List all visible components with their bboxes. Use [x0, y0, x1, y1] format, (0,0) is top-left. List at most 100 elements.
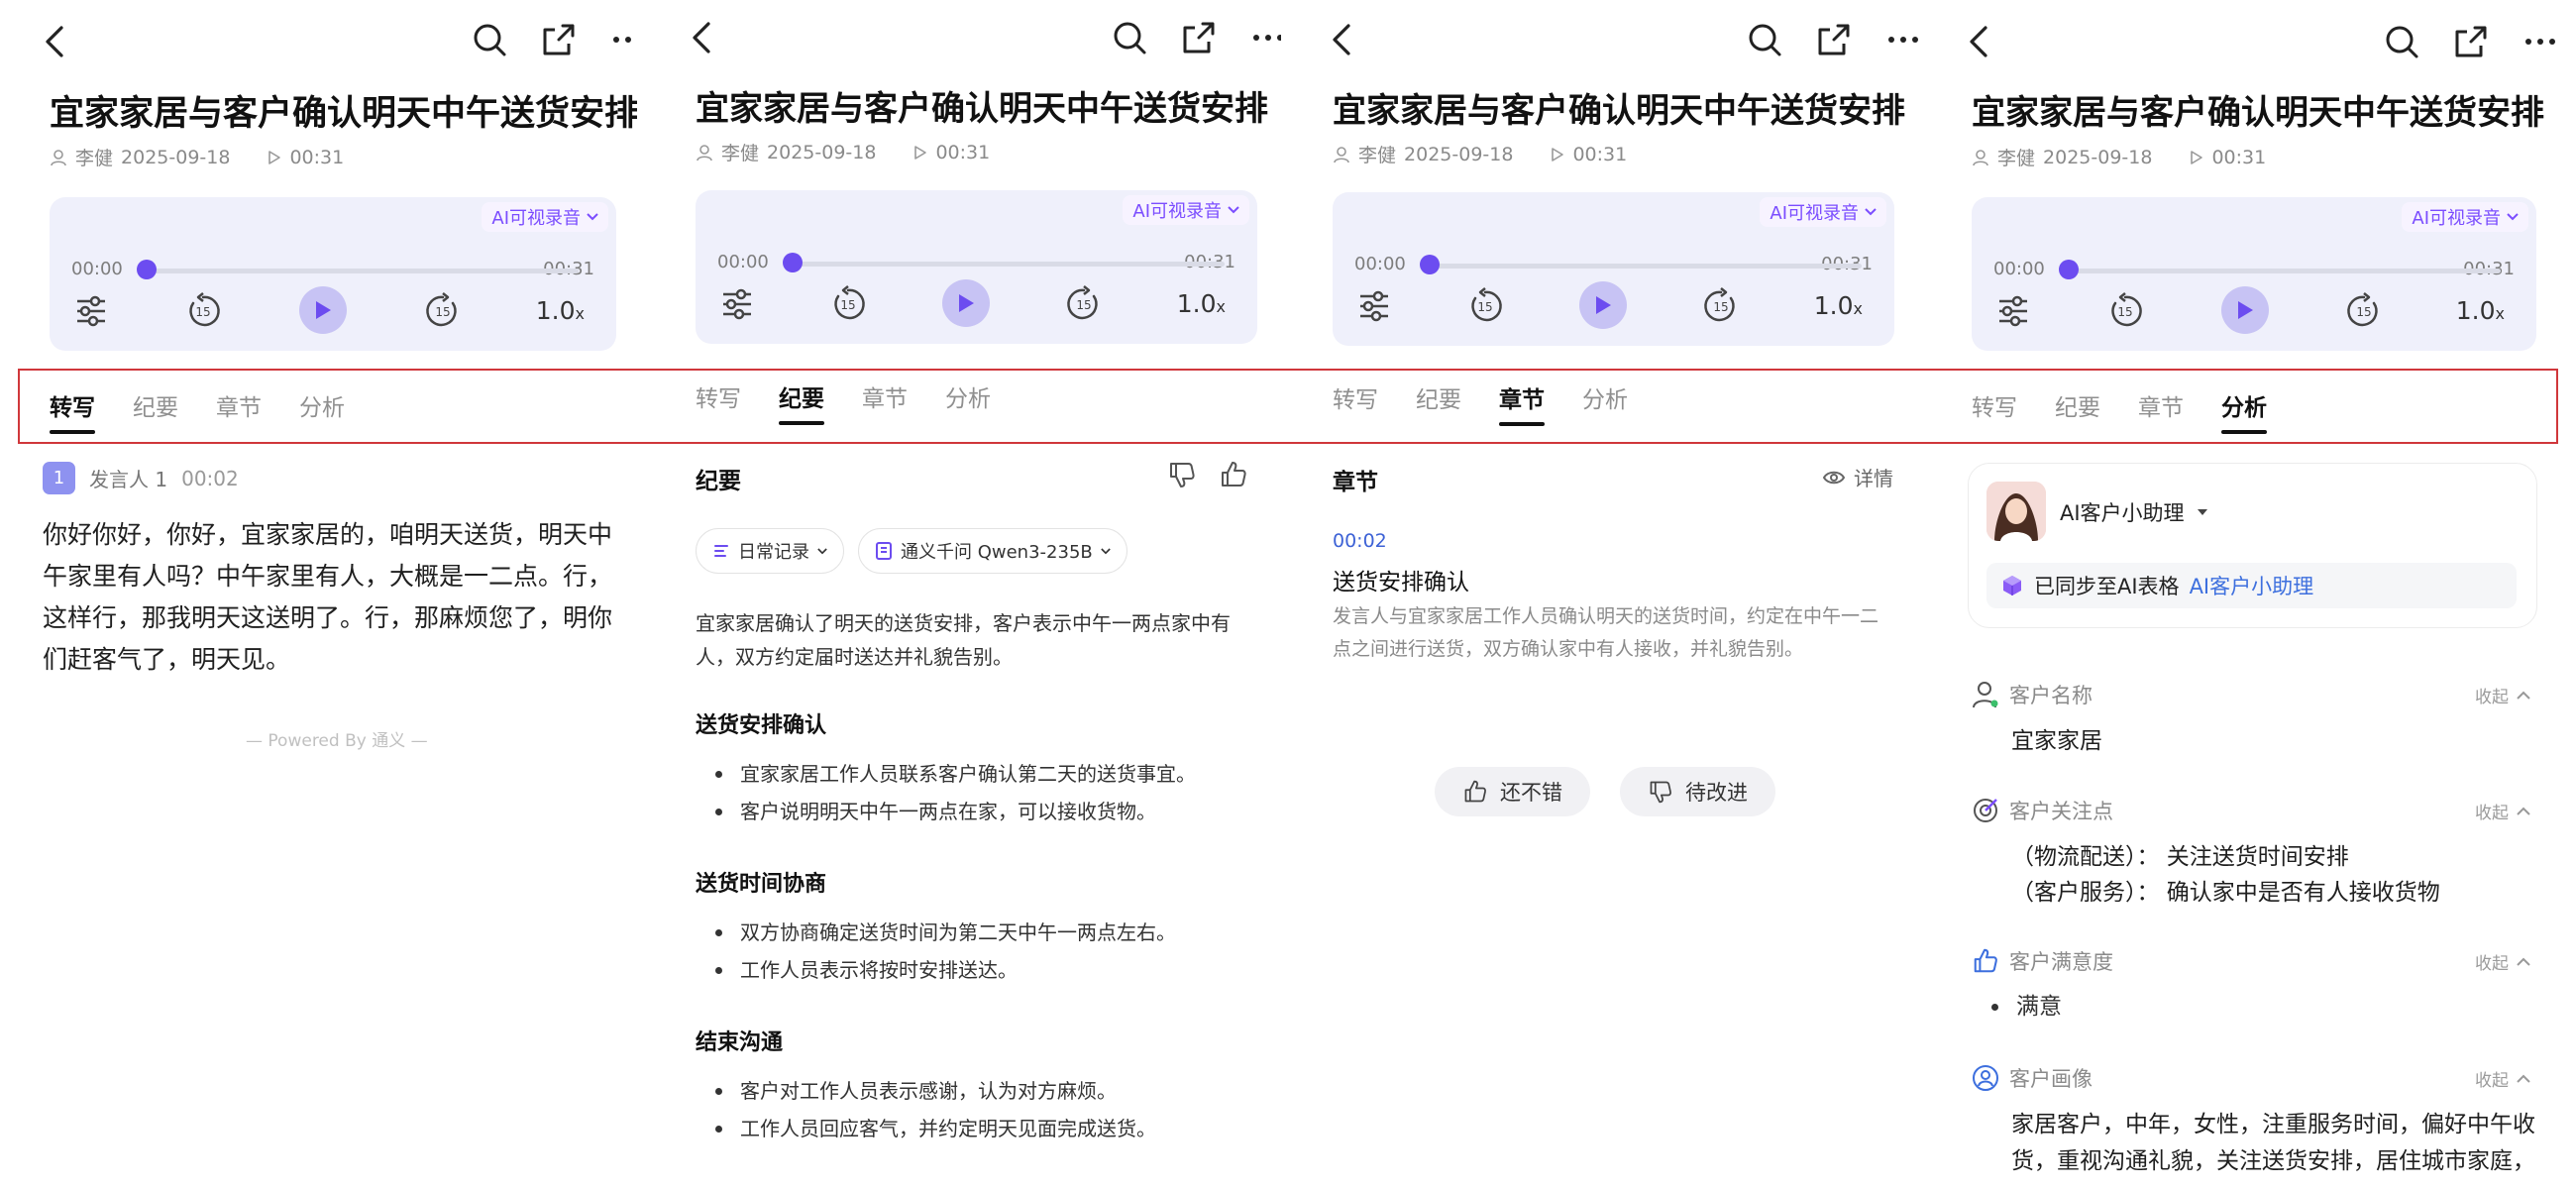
field-value: （客户服务）： 确认家中是否有人接收货物 [2011, 880, 2440, 906]
feedback-improve-button[interactable]: 待改进 [1620, 767, 1775, 816]
more-icon[interactable] [1883, 20, 1918, 59]
play-button[interactable] [2221, 286, 2269, 334]
field-header-focus: 客户关注点 [1972, 796, 2113, 825]
forward-15-icon[interactable]: 15 [2344, 291, 2384, 331]
speed-unit: x [1216, 297, 1226, 316]
date: 2025-09-18 [2043, 146, 2153, 168]
progress-knob[interactable] [1420, 255, 1440, 274]
details-button[interactable]: 详情 [1822, 463, 1893, 491]
list-icon [714, 545, 728, 557]
settings-sliders-icon[interactable] [1354, 286, 1394, 326]
chevron-up-icon [2517, 807, 2530, 815]
back-icon[interactable] [38, 22, 73, 61]
playback-speed[interactable]: 1.0x [1177, 289, 1226, 318]
more-icon[interactable] [2521, 22, 2560, 61]
back-icon[interactable] [685, 18, 720, 57]
speed-value: 1.0 [1813, 291, 1854, 320]
ai-recording-tag[interactable]: AI可视录音 [2402, 202, 2528, 232]
progress-track[interactable] [793, 262, 1225, 267]
playback-speed[interactable]: 1.0x [2456, 296, 2505, 325]
settings-sliders-icon[interactable] [71, 291, 111, 331]
field-value: 家居客户，中年，女性，注重服务时间，偏好中午收货，重视沟通礼貌，关注送货安排，居… [2011, 1112, 2535, 1174]
page-title: 宜家家居与客户确认明天中午送货安排 [50, 94, 637, 134]
speed-unit: x [575, 304, 585, 323]
progress-knob[interactable] [2059, 260, 2079, 279]
template-chip[interactable]: 日常记录 [696, 528, 844, 574]
ai-recording-tag[interactable]: AI可视录音 [1123, 195, 1249, 225]
playback-speed[interactable]: 1.0x [536, 296, 585, 325]
share-icon[interactable] [1814, 20, 1854, 59]
summary-section-title: 结束沟通 [696, 1030, 784, 1055]
forward-15-icon[interactable]: 15 [423, 291, 463, 331]
play-icon [959, 294, 974, 312]
back-icon[interactable] [1962, 22, 1997, 61]
rewind-15-icon[interactable]: 15 [2105, 291, 2145, 331]
author: 李健 [1358, 145, 1397, 166]
chapter-title[interactable]: 送货安排确认 [1333, 563, 1469, 596]
chevron-down-icon [587, 213, 598, 221]
list-item: 宜家家居工作人员联系客户确认第二天的送货事宜。 [696, 755, 1196, 793]
rewind-15-icon[interactable]: 15 [183, 291, 223, 331]
progress-track[interactable] [1430, 264, 1862, 269]
forward-15-icon[interactable]: 15 [1701, 286, 1741, 326]
share-icon[interactable] [539, 20, 579, 59]
progress-track[interactable] [147, 269, 579, 273]
thumbs-up-icon[interactable] [1219, 460, 1248, 489]
more-icon[interactable] [608, 20, 637, 59]
collapse-button[interactable]: 收起 [2475, 1066, 2530, 1091]
share-icon[interactable] [1179, 18, 1219, 57]
more-icon[interactable] [1248, 18, 1281, 57]
rewind-15-icon[interactable]: 15 [828, 284, 868, 324]
collapse-label: 收起 [2475, 804, 2509, 823]
user-icon [1973, 682, 1998, 708]
settings-sliders-icon[interactable] [717, 284, 757, 324]
speaker-time[interactable]: 00:02 [181, 467, 239, 490]
list-item: 工作人员回应客气，并约定明天见面完成送货。 [696, 1110, 1156, 1147]
forward-15-icon[interactable]: 15 [1064, 284, 1104, 324]
play-button[interactable] [942, 279, 990, 327]
collapse-button[interactable]: 收起 [2475, 949, 2530, 974]
audio-player: AI可视录音 00:00 00:31 15 15 1.0x [1333, 192, 1894, 346]
progress-knob[interactable] [137, 260, 157, 279]
author: 李健 [721, 143, 760, 164]
svg-text:15: 15 [840, 298, 855, 312]
search-icon[interactable] [2382, 22, 2421, 61]
user-icon [51, 149, 66, 165]
field-label: 客户关注点 [2009, 800, 2113, 823]
field-header-satisfaction: 客户满意度 [1972, 946, 2113, 976]
collapse-button[interactable]: 收起 [2475, 683, 2530, 707]
feedback-improve-label: 待改进 [1685, 781, 1748, 805]
play-button[interactable] [299, 286, 347, 334]
chapter-description: 发言人与宜家家居工作人员确认明天的送货时间，约定在中午一二点之间进行送货，双方确… [1333, 605, 1879, 660]
rewind-15-icon[interactable]: 15 [1465, 286, 1505, 326]
sync-link[interactable]: AI客户小助理 [2190, 571, 2314, 600]
user-icon [1334, 146, 1349, 162]
back-icon[interactable] [1325, 20, 1360, 59]
progress-track[interactable] [2069, 269, 2501, 273]
chapter-time[interactable]: 00:02 [1333, 530, 1387, 552]
date: 2025-09-18 [1404, 143, 1514, 165]
ai-recording-tag[interactable]: AI可视录音 [482, 202, 608, 232]
progress-knob[interactable] [783, 253, 803, 272]
search-icon[interactable] [470, 20, 509, 59]
speed-value: 1.0 [535, 296, 576, 325]
model-chip[interactable]: 通义千问 Qwen3-235B [858, 528, 1127, 574]
chevron-down-icon [2507, 213, 2519, 221]
collapse-label: 收起 [2475, 688, 2509, 707]
play-button[interactable] [1579, 281, 1627, 329]
thumbs-down-icon[interactable] [1167, 460, 1197, 489]
search-icon[interactable] [1745, 20, 1784, 59]
ai-recording-tag[interactable]: AI可视录音 [1760, 197, 1886, 227]
tab-highlight-frame [18, 369, 2558, 444]
collapse-button[interactable]: 收起 [2475, 799, 2530, 823]
assistant-name: AI客户小助理 [2060, 501, 2185, 525]
assistant-selector[interactable]: AI客户小助理 [2060, 497, 2208, 527]
feedback-good-button[interactable]: 还不错 [1435, 767, 1590, 816]
settings-sliders-icon[interactable] [1993, 291, 2033, 331]
search-icon[interactable] [1110, 18, 1149, 57]
author: 李健 [1997, 148, 2036, 169]
summary-section-list: 客户对工作人员表示感谢，认为对方麻烦。 工作人员回应客气，并约定明天见面完成送货… [696, 1072, 1156, 1147]
playback-speed[interactable]: 1.0x [1814, 291, 1863, 320]
share-icon[interactable] [2451, 22, 2491, 61]
author: 李健 [75, 148, 114, 169]
